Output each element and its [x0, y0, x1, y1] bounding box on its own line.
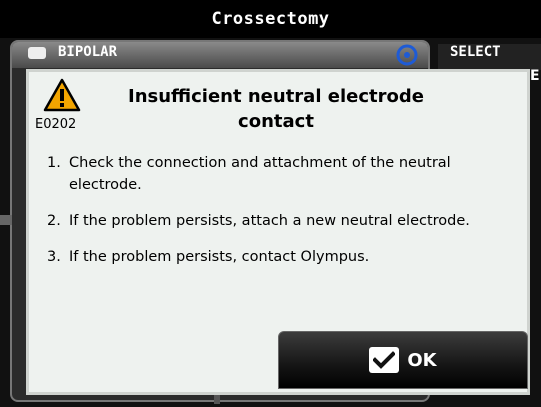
- ok-button[interactable]: OK: [278, 331, 528, 389]
- step-text: If the problem persists, attach a new ne…: [69, 213, 470, 229]
- instrument-icon: [28, 47, 46, 59]
- dialog-title-line1: Insufficient neutral electrode: [128, 86, 424, 107]
- error-code: E0202: [35, 117, 77, 132]
- instruction-step: 3. If the problem persists, contact Olym…: [47, 246, 507, 268]
- ok-label: OK: [407, 349, 437, 371]
- instruction-step: 2. If the problem persists, attach a new…: [47, 210, 507, 232]
- step-number: 1.: [47, 155, 61, 171]
- background-edge: [0, 215, 12, 225]
- window-title: Crossectomy: [0, 0, 541, 38]
- dialog-title-line2: contact: [238, 111, 314, 132]
- step-text: If the problem persists, contact Olympus…: [69, 249, 370, 265]
- step-number: 3.: [47, 249, 61, 265]
- checkmark-icon: [369, 347, 400, 373]
- select-button[interactable]: SELECT: [438, 44, 541, 70]
- step-text: Check the connection and attachment of t…: [69, 155, 451, 193]
- dialog-title: Insufficient neutral electrode contact: [91, 84, 461, 134]
- mode-label: BIPOLAR: [58, 44, 118, 60]
- instruction-step: 1. Check the connection and attachment o…: [47, 152, 507, 196]
- instruction-list: 1. Check the connection and attachment o…: [47, 152, 507, 282]
- connection-status-icon: [396, 44, 418, 66]
- warning-triangle-icon: [43, 78, 81, 112]
- error-dialog: E0202 Insufficient neutral electrode con…: [26, 69, 530, 395]
- step-number: 2.: [47, 213, 61, 229]
- background-right-label: E: [530, 68, 540, 84]
